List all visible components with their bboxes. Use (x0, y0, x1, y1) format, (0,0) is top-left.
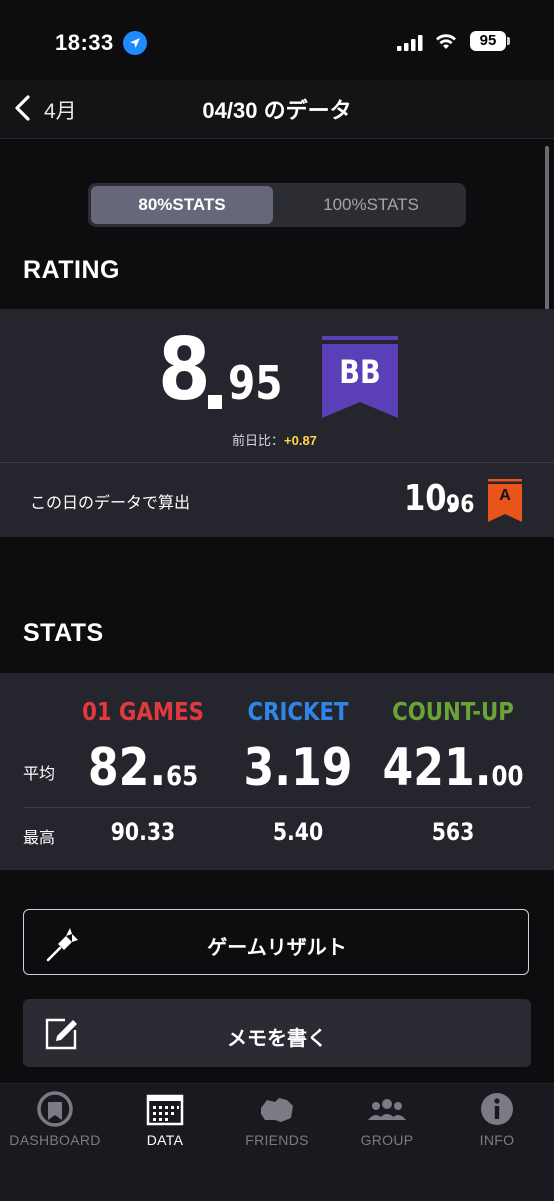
battery-indicator: 95 (470, 31, 506, 51)
segment-80-stats[interactable]: 80%STATS (91, 186, 273, 224)
rating-value-integer: 8 (158, 320, 211, 420)
stats-avg-count-up-dec: 00 (491, 761, 524, 792)
dashboard-icon (37, 1091, 73, 1127)
stats-row-average-label: 平均 (23, 766, 56, 783)
tab-group[interactable]: GROUP (332, 1090, 442, 1148)
stats-col-count-up: COUNT-UP (392, 697, 514, 726)
write-memo-label: メモを書く (227, 1028, 327, 1050)
stats-avg-01-games-int: 82. (87, 738, 167, 798)
rating-decimal-point (208, 395, 222, 409)
data-icon (146, 1094, 184, 1126)
stats-max-count-up: 563 (431, 818, 475, 846)
tab-dashboard[interactable]: DASHBOARD (0, 1090, 110, 1148)
stats-avg-01-games: 82.65 (67, 738, 220, 798)
info-icon (481, 1093, 513, 1125)
tab-friends[interactable]: FRIENDS (222, 1090, 332, 1148)
stats-avg-count-up: 421.00 (377, 738, 530, 798)
tab-info-label: INFO (479, 1132, 515, 1148)
day-rating-decimal: 96 (446, 490, 475, 518)
stats-max-cricket: 5.40 (272, 818, 324, 846)
stats-avg-cricket-int: 3.19 (243, 738, 353, 798)
rating-badge-label: BB (339, 353, 381, 391)
rating-divider (0, 462, 554, 463)
rating-diff: 前日比：+0.87 (232, 430, 317, 449)
tab-data[interactable]: DATA (110, 1090, 220, 1148)
tab-friends-label: FRIENDS (245, 1132, 309, 1148)
wifi-icon (436, 34, 456, 49)
tab-group-label: GROUP (360, 1132, 414, 1148)
group-icon (368, 1099, 406, 1120)
tab-dashboard-label: DASHBOARD (9, 1132, 101, 1148)
stats-col-01-games: 01 GAMES (82, 697, 204, 726)
tab-info[interactable]: INFO (442, 1090, 552, 1148)
segment-100-stats[interactable]: 100%STATS (278, 186, 464, 224)
rating-section-title: RATING (23, 256, 120, 284)
day-rating-label: この日のデータで算出 (30, 495, 191, 512)
cellular-signal-icon (397, 35, 423, 51)
location-icon (123, 31, 147, 55)
stats-row-max-label: 最高 (23, 830, 56, 847)
day-rating-badge-label: A (499, 487, 511, 504)
friends-icon (261, 1098, 293, 1122)
rating-diff-value: +0.87 (284, 433, 317, 448)
battery-cap (507, 37, 510, 45)
stats-avg-count-up-int: 421. (382, 738, 492, 798)
tab-data-label: DATA (146, 1132, 184, 1148)
rating-value-decimal: 95 (228, 356, 283, 410)
stats-max-01-games: 90.33 (110, 818, 176, 846)
stats-avg-01-games-dec: 65 (166, 761, 199, 792)
stats-section-title: STATS (23, 619, 104, 647)
page-title: 04/30 のデータ (202, 98, 352, 123)
status-time: 18:33 (55, 30, 114, 55)
stats-col-cricket: CRICKET (247, 697, 349, 726)
stats-avg-cricket: 3.19 (222, 738, 375, 798)
rating-diff-label: 前日比： (232, 433, 285, 448)
game-result-label: ゲームリザルト (207, 937, 347, 959)
stats-divider (24, 807, 530, 808)
